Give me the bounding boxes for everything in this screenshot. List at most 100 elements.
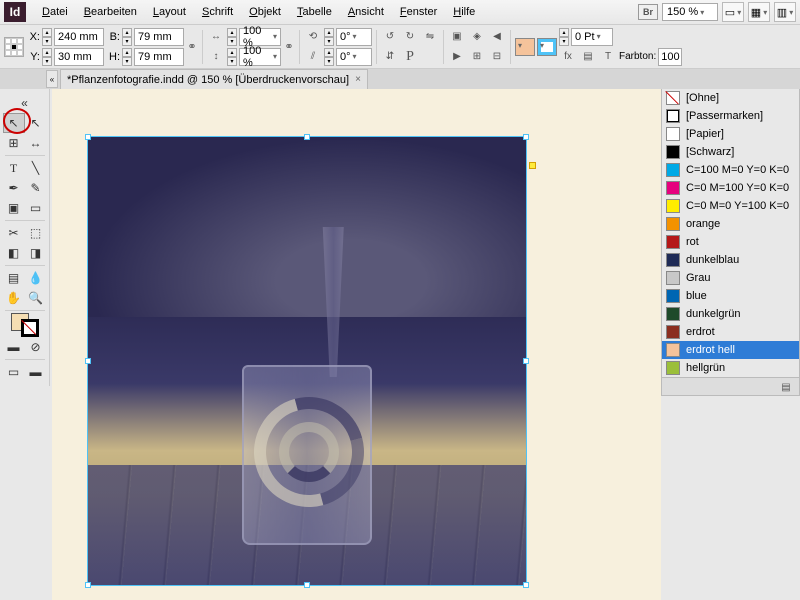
select-prev-icon[interactable]: ◀ — [488, 28, 506, 46]
rectangle-tool[interactable]: ▭ — [25, 198, 47, 218]
y-spinner[interactable]: ▴▾ — [42, 48, 52, 66]
rotate-cw-icon[interactable]: ↻ — [401, 28, 419, 46]
stroke-swatch[interactable] — [537, 38, 557, 56]
swatch-row[interactable]: Grau — [662, 269, 799, 287]
swatch-row[interactable]: orange — [662, 215, 799, 233]
link-wh-icon[interactable]: ⚭ — [186, 29, 198, 65]
menu-layout[interactable]: Layout — [145, 6, 194, 18]
y-input[interactable]: 30 mm — [54, 48, 104, 66]
swatch-row[interactable]: dunkelblau — [662, 251, 799, 269]
hand-tool[interactable]: ✋ — [3, 288, 25, 308]
menu-table[interactable]: Tabelle — [289, 6, 340, 18]
apply-color-icon[interactable]: ▬ — [3, 337, 25, 357]
swatch-row[interactable]: erdrot — [662, 323, 799, 341]
arrange-docs-dropdown[interactable]: ▦ — [748, 2, 770, 22]
menu-object[interactable]: Objekt — [241, 6, 289, 18]
type-tool[interactable]: T — [3, 158, 25, 178]
workspace-dropdown[interactable]: ▥ — [774, 2, 796, 22]
scale-y-input[interactable]: 100 % — [239, 48, 281, 66]
swatch-row[interactable]: [Passermarken] — [662, 107, 799, 125]
page-tool[interactable]: ⊞ — [3, 133, 25, 153]
panel-expand-icon[interactable]: « — [46, 70, 58, 88]
swatch-row[interactable]: dunkelgrün — [662, 305, 799, 323]
scissors-tool[interactable]: ✂ — [3, 223, 25, 243]
menu-help[interactable]: Hilfe — [445, 6, 483, 18]
zoom-tool[interactable]: 🔍 — [25, 288, 47, 308]
swatch-row[interactable]: [Ohne] — [662, 89, 799, 107]
shear-input[interactable]: 0° — [336, 48, 372, 66]
collapse-icon[interactable]: « — [14, 93, 36, 113]
scale-y-spinner[interactable]: ▴▾ — [227, 48, 237, 66]
scale-x-spinner[interactable]: ▴▾ — [227, 28, 237, 46]
pencil-tool[interactable]: ✎ — [25, 178, 47, 198]
select-next-icon[interactable]: ▶ — [448, 48, 466, 66]
x-spinner[interactable]: ▴▾ — [42, 28, 52, 46]
menu-type[interactable]: Schrift — [194, 6, 241, 18]
text-wrap-icon[interactable]: ▤ — [579, 48, 597, 66]
selection-tool[interactable]: ↖ — [3, 113, 25, 133]
swatch-row[interactable]: erdrot hell — [662, 341, 799, 359]
line-tool[interactable]: ╲ — [25, 158, 47, 178]
swatch-row[interactable]: C=0 M=100 Y=0 K=0 — [662, 179, 799, 197]
scale-y-icon: ↕ — [207, 48, 225, 66]
swatch-row[interactable]: C=0 M=0 Y=100 K=0 — [662, 197, 799, 215]
pen-tool[interactable]: ✒ — [3, 178, 25, 198]
gap-tool[interactable]: ↔ — [25, 133, 47, 153]
reference-point[interactable] — [4, 37, 24, 57]
gradient-feather-tool[interactable]: ◨ — [25, 243, 47, 263]
type-path-icon[interactable]: T — [599, 48, 617, 66]
fit-content-icon[interactable]: ⊞ — [468, 48, 486, 66]
swatch-row[interactable]: rot — [662, 233, 799, 251]
fill-stroke-proxy[interactable] — [11, 313, 39, 337]
p-icon[interactable]: P — [401, 48, 419, 66]
stroke-weight-spinner[interactable]: ▴▾ — [559, 28, 569, 46]
bridge-icon[interactable]: Br — [638, 4, 658, 20]
selected-image-frame[interactable] — [87, 136, 527, 586]
swatch-row[interactable]: [Papier] — [662, 125, 799, 143]
h-spinner[interactable]: ▴▾ — [122, 48, 132, 66]
apply-none-icon[interactable]: ⊘ — [25, 337, 47, 357]
link-scale-icon[interactable]: ⚭ — [283, 29, 295, 65]
menu-file[interactable]: Datei — [34, 6, 76, 18]
swatch-row[interactable]: blue — [662, 287, 799, 305]
select-content-icon[interactable]: ◈ — [468, 28, 486, 46]
scale-x-input[interactable]: 100 % — [239, 28, 281, 46]
menu-edit[interactable]: Bearbeiten — [76, 6, 145, 18]
farbton-input[interactable]: 100 — [658, 48, 682, 66]
flip-h-icon[interactable]: ⇋ — [421, 28, 439, 46]
rectangle-frame-tool[interactable]: ▣ — [3, 198, 25, 218]
zoom-level-input[interactable]: 150 % — [662, 3, 718, 21]
w-input[interactable]: 79 mm — [134, 28, 184, 46]
rotate-ccw-icon[interactable]: ↺ — [381, 28, 399, 46]
shear-spinner[interactable]: ▴▾ — [324, 48, 334, 66]
w-spinner[interactable]: ▴▾ — [122, 28, 132, 46]
gradient-swatch-tool[interactable]: ◧ — [3, 243, 25, 263]
view-mode-normal[interactable]: ▭ — [3, 362, 25, 382]
direct-selection-tool[interactable]: ↖ — [25, 113, 47, 133]
fit-frame-icon[interactable]: ⊟ — [488, 48, 506, 66]
new-swatch-icon[interactable]: ▤ — [777, 378, 795, 396]
screen-mode-dropdown[interactable]: ▭ — [722, 2, 744, 22]
fx-icon[interactable]: fx — [559, 48, 577, 66]
swatch-label: rot — [686, 236, 699, 248]
rotate-spinner[interactable]: ▴▾ — [324, 28, 334, 46]
swatch-row[interactable]: [Schwarz] — [662, 143, 799, 161]
close-icon[interactable]: × — [355, 74, 361, 85]
menu-view[interactable]: Ansicht — [340, 6, 392, 18]
document-tab[interactable]: *Pflanzenfotografie.indd @ 150 % [Überdr… — [60, 69, 368, 89]
rotate-input[interactable]: 0° — [336, 28, 372, 46]
h-input[interactable]: 79 mm — [134, 48, 184, 66]
view-mode-preview[interactable]: ▬ — [25, 362, 47, 382]
swatch-row[interactable]: C=100 M=0 Y=0 K=0 — [662, 161, 799, 179]
x-input[interactable]: 240 mm — [54, 28, 104, 46]
eyedropper-tool[interactable]: 💧 — [25, 268, 47, 288]
menu-window[interactable]: Fenster — [392, 6, 445, 18]
select-container-icon[interactable]: ▣ — [448, 28, 466, 46]
free-transform-tool[interactable]: ⬚ — [25, 223, 47, 243]
flip-v-icon[interactable]: ⇵ — [381, 48, 399, 66]
note-tool[interactable]: ▤ — [3, 268, 25, 288]
fill-swatch[interactable] — [515, 38, 535, 56]
stroke-weight-input[interactable]: 0 Pt — [571, 28, 613, 46]
canvas[interactable] — [52, 89, 661, 600]
swatch-row[interactable]: hellgrün — [662, 359, 799, 377]
